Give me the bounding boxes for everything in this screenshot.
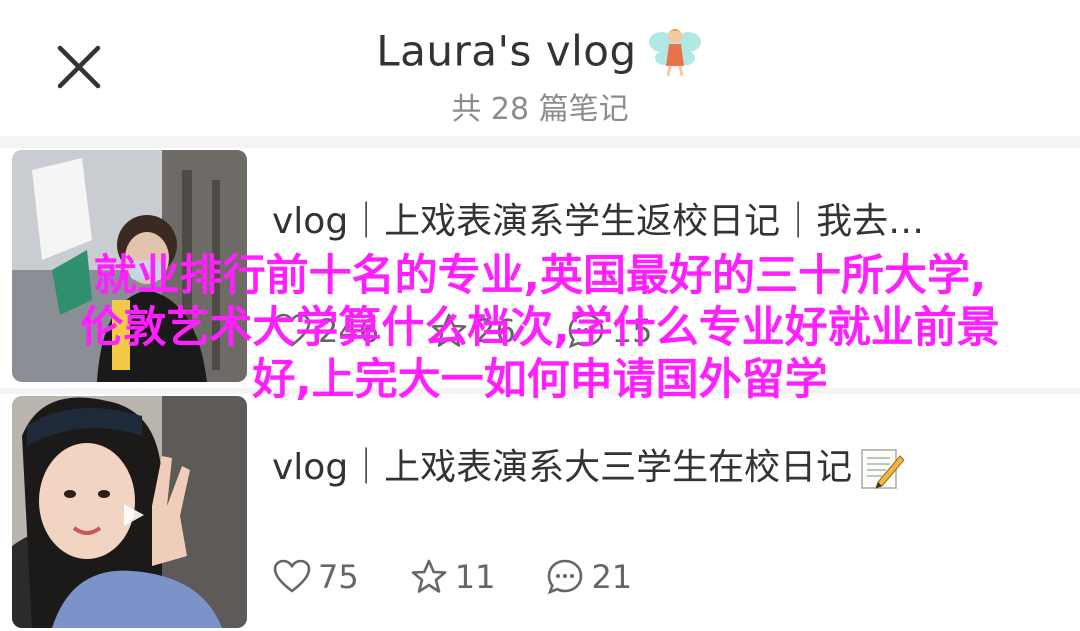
note-thumbnail[interactable] — [12, 396, 247, 628]
note-title[interactable]: vlog｜上戏表演系学生返校日记｜我去… — [272, 192, 1042, 244]
comment-stat[interactable]: 21 — [545, 557, 632, 597]
like-count: 75 — [318, 558, 359, 596]
star-icon — [411, 559, 447, 593]
like-stat[interactable]: 75 — [272, 557, 359, 597]
note-thumbnail[interactable] — [12, 150, 247, 382]
note-title[interactable]: vlog｜上戏表演系大三学生在校日记 — [272, 438, 1042, 492]
comment-count: 21 — [591, 558, 633, 596]
comment-count: 15 — [611, 312, 653, 350]
star-icon — [431, 313, 467, 347]
like-stat[interactable]: 246 — [272, 311, 379, 351]
title-row: Laura's vlog — [0, 22, 1080, 80]
header: Laura's vlog 共 28 篇笔记 — [0, 0, 1080, 136]
comment-icon — [548, 559, 583, 595]
comment-stat[interactable]: 15 — [566, 311, 653, 351]
note-stats: 246 26 15 — [272, 306, 703, 356]
note-stats: 75 11 21 — [272, 552, 682, 602]
heart-icon — [273, 559, 311, 593]
collect-count: 26 — [475, 312, 516, 350]
note-title-text: vlog｜上戏表演系大三学生在校日记 — [272, 447, 853, 488]
collect-count: 11 — [454, 558, 496, 596]
notepad-icon — [861, 449, 905, 489]
comment-icon — [568, 313, 604, 349]
note-card[interactable]: vlog｜上戏表演系学生返校日记｜我去… 246 26 15 — [0, 148, 1080, 388]
page-title: Laura's vlog — [376, 26, 637, 76]
fairy-icon — [648, 29, 701, 77]
note-count: 共 28 篇笔记 — [451, 92, 629, 127]
collect-stat[interactable]: 26 — [429, 311, 516, 351]
note-card[interactable]: vlog｜上戏表演系大三学生在校日记 75 11 21 — [0, 394, 1080, 631]
like-count: 246 — [318, 312, 380, 350]
note-list: vlog｜上戏表演系学生返校日记｜我去… 246 26 15 vlog｜上戏表演… — [0, 136, 1080, 631]
heart-icon — [273, 313, 311, 347]
collect-stat[interactable]: 11 — [409, 557, 496, 597]
